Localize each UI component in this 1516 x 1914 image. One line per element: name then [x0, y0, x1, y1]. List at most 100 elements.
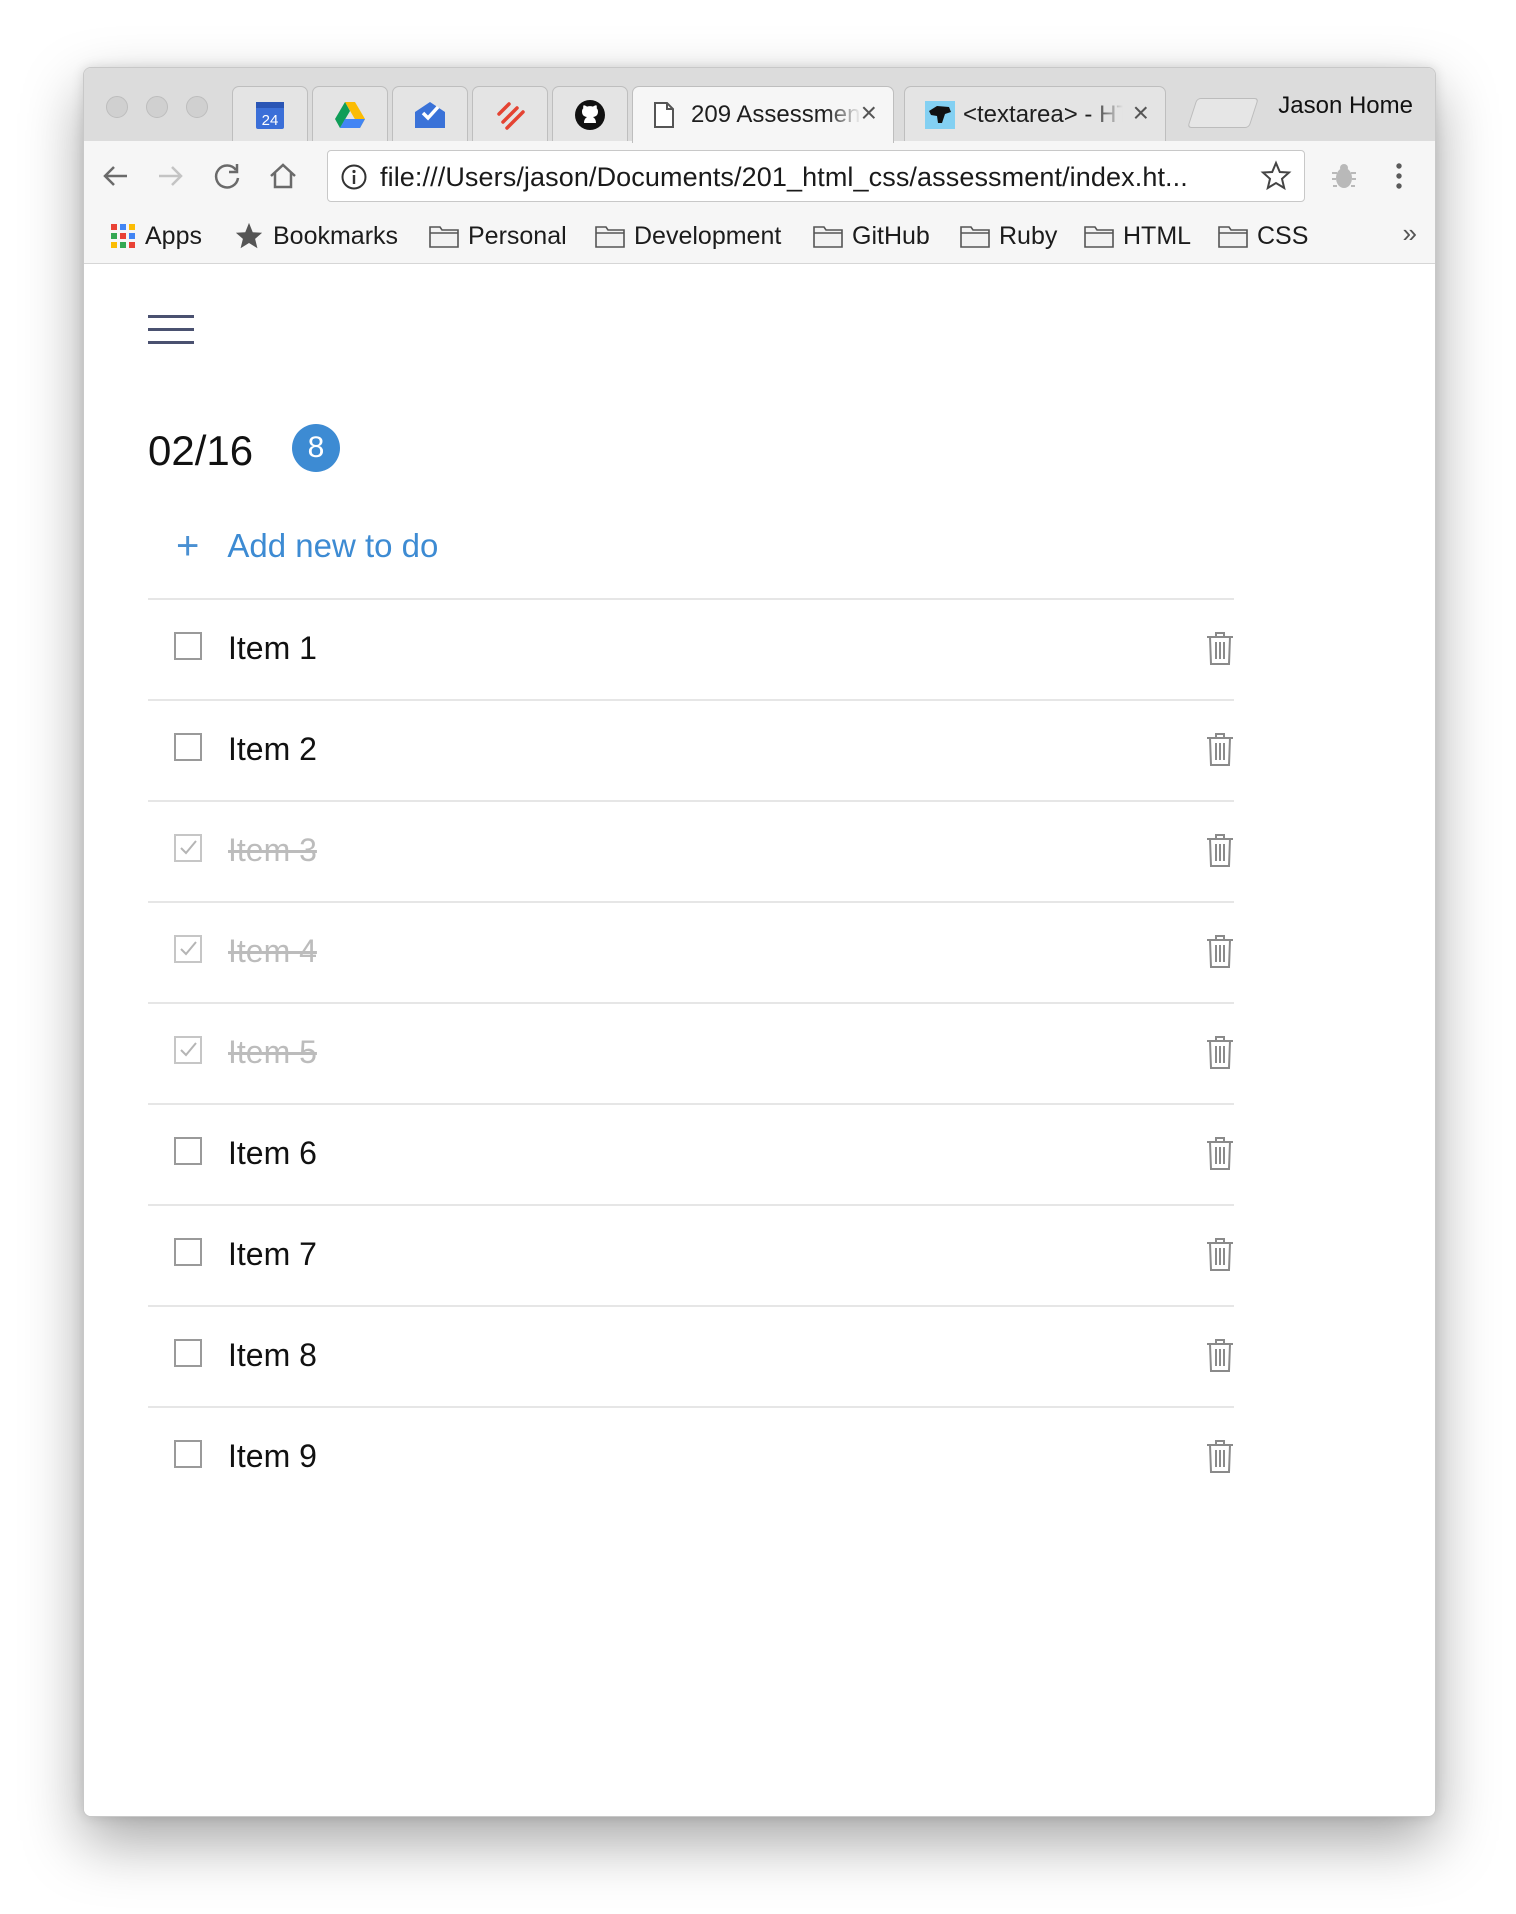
bookmarks-bar: Apps Bookmarks Personal Development GitH…	[84, 210, 1435, 264]
trash-icon[interactable]	[1206, 732, 1234, 771]
bug-extension-icon	[1332, 164, 1356, 188]
bookmark-label: Personal	[468, 221, 567, 250]
forward-button[interactable]	[150, 155, 192, 197]
bookmark-label: Development	[634, 221, 782, 250]
back-button[interactable]	[94, 155, 136, 197]
more-vertical-icon	[1396, 163, 1402, 189]
todo-list: Item 1 Item 2 Item 3 Item 4 Item 5 Item 6 Item…	[148, 598, 1234, 1507]
drive-icon	[335, 101, 365, 128]
todoist-icon	[497, 101, 525, 130]
tab-calendar[interactable]: 24	[232, 86, 308, 142]
tab-assessment[interactable]: 209 Assessment ×	[632, 86, 894, 143]
bookmark-css[interactable]: CSS	[1218, 218, 1308, 254]
bookmark-apps[interactable]: Apps	[110, 218, 202, 254]
todo-label[interactable]: Item 6	[228, 1135, 317, 1172]
star-icon	[235, 222, 263, 249]
url-text[interactable]: file:///Users/jason/Documents/201_html_c…	[380, 162, 1250, 193]
tab-title: 209 Assessment	[691, 101, 861, 128]
hamburger-line	[148, 341, 194, 344]
trash-icon[interactable]	[1206, 1338, 1234, 1377]
tab-inbox[interactable]	[392, 86, 468, 142]
trash-icon[interactable]	[1206, 1136, 1234, 1175]
reload-button[interactable]	[206, 155, 248, 197]
maximize-window-button[interactable]	[186, 96, 208, 118]
todo-label[interactable]: Item 9	[228, 1438, 317, 1475]
folder-icon	[1218, 226, 1248, 248]
trash-icon[interactable]	[1206, 1035, 1234, 1074]
tab-textarea[interactable]: <textarea> - HTML ×	[904, 86, 1166, 142]
hamburger-menu-icon[interactable]	[148, 309, 196, 349]
back-arrow-icon	[103, 166, 127, 186]
trash-icon[interactable]	[1206, 833, 1234, 872]
todo-label[interactable]: Item 5	[228, 1034, 317, 1071]
todo-item: Item 5	[148, 1002, 1234, 1103]
todo-item: Item 9	[148, 1406, 1234, 1507]
bookmark-html[interactable]: HTML	[1084, 218, 1191, 254]
bookmark-label: CSS	[1257, 221, 1309, 250]
todo-label[interactable]: Item 7	[228, 1236, 317, 1273]
todo-label[interactable]: Item 8	[228, 1337, 317, 1374]
trash-icon[interactable]	[1206, 1237, 1234, 1276]
bookmark-github[interactable]: GitHub	[813, 218, 930, 254]
todo-checkbox[interactable]	[174, 1036, 202, 1064]
page-content: 02/16 8 + Add new to do Item 1 Item 2 Item…	[84, 264, 1435, 1816]
tab-strip: 24 209 Assessment × <textarea> - HTML × …	[84, 68, 1435, 143]
close-tab-icon[interactable]: ×	[861, 97, 877, 129]
todo-checkbox[interactable]	[174, 1137, 202, 1165]
todo-label[interactable]: Item 2	[228, 731, 317, 768]
todo-label[interactable]: Item 3	[228, 832, 317, 869]
bookmark-star-icon[interactable]	[1260, 160, 1292, 192]
todo-checkbox[interactable]	[174, 1238, 202, 1266]
new-tab-button[interactable]	[1187, 98, 1259, 128]
folder-icon	[813, 226, 843, 248]
bookmark-bookmarks[interactable]: Bookmarks	[234, 218, 398, 254]
todo-checkbox[interactable]	[174, 935, 202, 963]
todo-label[interactable]: Item 4	[228, 933, 317, 970]
bookmark-label: GitHub	[852, 221, 930, 250]
todo-item: Item 8	[148, 1305, 1234, 1406]
trash-icon[interactable]	[1206, 631, 1234, 670]
todo-checkbox[interactable]	[174, 1339, 202, 1367]
apps-grid-icon	[111, 224, 135, 248]
tab-todoist[interactable]	[472, 86, 548, 142]
trash-icon[interactable]	[1206, 1439, 1234, 1478]
address-bar[interactable]: file:///Users/jason/Documents/201_html_c…	[327, 150, 1305, 202]
todo-label[interactable]: Item 1	[228, 630, 317, 667]
todo-checkbox[interactable]	[174, 733, 202, 761]
todo-checkbox[interactable]	[174, 632, 202, 660]
bookmark-label: HTML	[1123, 221, 1192, 250]
plus-icon: +	[176, 524, 200, 568]
menu-button[interactable]	[1378, 155, 1420, 197]
tab-title: <textarea> - HTML	[963, 101, 1123, 128]
bookmark-personal[interactable]: Personal	[429, 218, 567, 254]
extension-button[interactable]	[1323, 155, 1365, 197]
document-icon	[654, 102, 674, 128]
add-todo-button[interactable]: + Add new to do	[176, 520, 438, 572]
bookmarks-overflow-button[interactable]: »	[1403, 218, 1417, 249]
bookmark-development[interactable]: Development	[595, 218, 781, 254]
trash-icon[interactable]	[1206, 934, 1234, 973]
tab-drive[interactable]	[312, 86, 388, 142]
hamburger-line	[148, 315, 194, 318]
todo-checkbox[interactable]	[174, 834, 202, 862]
close-window-button[interactable]	[106, 96, 128, 118]
bookmark-ruby[interactable]: Ruby	[960, 218, 1057, 254]
browser-window: 24 209 Assessment × <textarea> - HTML × …	[83, 67, 1436, 1817]
reload-icon	[214, 164, 240, 189]
home-button[interactable]	[262, 155, 304, 197]
minimize-window-button[interactable]	[146, 96, 168, 118]
profile-name[interactable]: Jason Home	[1278, 92, 1413, 120]
inbox-icon	[415, 101, 445, 128]
bookmark-label: Apps	[145, 221, 202, 250]
tab-github[interactable]	[552, 86, 628, 142]
browser-toolbar: file:///Users/jason/Documents/201_html_c…	[84, 141, 1435, 210]
todo-item: Item 4	[148, 901, 1234, 1002]
todo-item: Item 6	[148, 1103, 1234, 1204]
close-tab-icon[interactable]: ×	[1133, 97, 1149, 129]
todo-checkbox[interactable]	[174, 1440, 202, 1468]
forward-arrow-icon	[159, 166, 183, 186]
page-title: 02/16	[148, 427, 254, 474]
todo-count-badge: 8	[292, 424, 340, 472]
folder-icon	[595, 226, 625, 248]
info-icon[interactable]	[340, 163, 368, 191]
